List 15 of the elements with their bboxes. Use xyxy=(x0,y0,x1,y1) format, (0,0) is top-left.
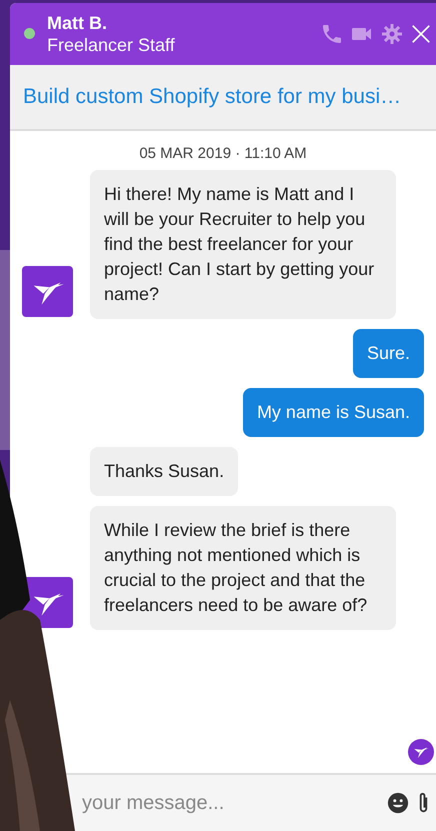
close-icon[interactable] xyxy=(410,23,432,45)
emoji-icon[interactable] xyxy=(387,792,409,814)
timestamp: 05 MAR 2019 · 11:10 AM xyxy=(138,145,308,162)
message-bubble: My name is Susan. xyxy=(242,388,424,437)
project-title-link[interactable]: Build custom Shopify store for my busi… xyxy=(23,85,402,109)
message-bubble: Sure. xyxy=(352,329,424,378)
message-bubble: While I review the brief is there anything not mentioned which is crucial to the project and that the freelancers need to be aware of? xyxy=(90,506,396,630)
contact-name: Matt B. xyxy=(47,12,108,34)
message-bubble: Hi there! My name is Matt and I will be your Recruiter to help you find the best freelancer for your project! Can I start by getting your name? xyxy=(90,170,396,319)
paperclip-icon[interactable] xyxy=(417,791,430,815)
brand-button[interactable] xyxy=(408,739,434,765)
phone-icon[interactable] xyxy=(320,22,344,46)
contact-role: Freelancer Staff xyxy=(47,34,176,56)
settings-icon[interactable] xyxy=(380,22,404,46)
message-bubble: Thanks Susan. xyxy=(90,447,238,496)
